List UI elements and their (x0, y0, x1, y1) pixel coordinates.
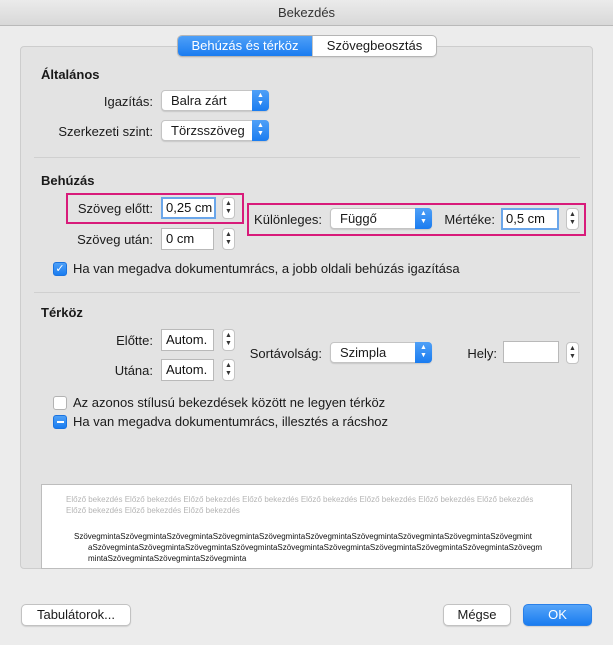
by-label: Mértéke: (444, 212, 495, 227)
snap-to-grid-checkbox[interactable] (53, 415, 67, 429)
tab-indents-spacing[interactable]: Behúzás és térköz (178, 36, 312, 56)
ok-button[interactable]: OK (523, 604, 592, 626)
alignment-value: Balra zárt (171, 93, 227, 108)
by-stepper[interactable]: ▲ ▼ (566, 208, 579, 230)
by-field[interactable]: 0,5 cm (501, 208, 559, 230)
paragraph-preview: Előző bekezdés Előző bekezdés Előző beke… (41, 484, 572, 569)
grid-right-indent-label: Ha van megadva dokumentumrács, a jobb ol… (73, 261, 460, 276)
tab-line-page-breaks[interactable]: Szövegbeosztás (312, 36, 436, 56)
outline-level-label: Szerkezeti szint: (58, 124, 153, 139)
general-heading: Általános (41, 67, 100, 82)
alignment-popup[interactable]: Balra zárt ▲ ▼ (161, 90, 269, 111)
preview-sample-line: mintaSzövegmintaSzövegmintaSzövegminta (88, 554, 247, 563)
special-popup[interactable]: Függő ▲ ▼ (330, 208, 432, 229)
line-spacing-value: Szimpla (340, 345, 387, 360)
updown-chevron-icon: ▲ ▼ (415, 208, 432, 229)
no-space-same-style-label: Az azonos stílusú bekezdések között ne l… (73, 395, 386, 410)
space-after-label: Utána: (114, 363, 153, 378)
divider (34, 157, 580, 158)
indent-after-label: Szöveg után: (77, 232, 153, 247)
indent-before-stepper[interactable]: ▲ ▼ (222, 197, 235, 219)
space-before-stepper[interactable]: ▲ ▼ (222, 329, 235, 351)
indentation-heading: Behúzás (41, 173, 95, 188)
updown-chevron-icon: ▲ ▼ (252, 120, 269, 141)
window-title: Bekezdés (0, 0, 613, 26)
at-field[interactable] (503, 341, 559, 363)
space-before-label: Előtte: (116, 333, 153, 348)
at-label: Hely: (467, 346, 497, 361)
grid-right-indent-checkbox[interactable]: ✓ (53, 262, 67, 276)
indent-after-field[interactable]: 0 cm (161, 228, 214, 250)
mixed-dash-icon (57, 421, 64, 423)
tabs-button[interactable]: Tabulátorok... (21, 604, 131, 626)
space-after-stepper[interactable]: ▲ ▼ (222, 359, 235, 381)
line-spacing-popup[interactable]: Szimpla ▲ ▼ (330, 342, 432, 363)
preview-previous-line: Előző bekezdés Előző bekezdés Előző beke… (66, 506, 240, 515)
cancel-button[interactable]: Mégse (443, 604, 511, 626)
tab-bar: Behúzás és térköz Szövegbeosztás (177, 35, 437, 57)
divider (34, 292, 580, 293)
no-space-same-style-checkbox[interactable] (53, 396, 67, 410)
snap-to-grid-label: Ha van megadva dokumentumrács, illesztés… (73, 414, 389, 429)
outline-level-value: Törzsszöveg (171, 123, 245, 138)
preview-previous-line: Előző bekezdés Előző bekezdés Előző beke… (66, 495, 534, 504)
space-after-field[interactable]: Autom. (161, 359, 214, 381)
alignment-label: Igazítás: (103, 94, 153, 109)
updown-chevron-icon: ▲ ▼ (415, 342, 432, 363)
space-before-field[interactable]: Autom. (161, 329, 214, 351)
updown-chevron-icon: ▲ ▼ (252, 90, 269, 111)
preview-sample-line: SzövegmintaSzövegmintaSzövegmintaSzövegm… (74, 532, 533, 541)
indent-before-field[interactable]: 0,25 cm (161, 197, 216, 219)
line-spacing-label: Sortávolság: (249, 346, 322, 361)
indent-before-label: Szöveg előtt: (77, 201, 153, 216)
preview-sample-line: aSzövegmintaSzövegmintaSzövegmintaSzöveg… (88, 543, 543, 552)
special-value: Függő (340, 211, 377, 226)
spacing-heading: Térköz (41, 305, 83, 320)
outline-level-popup[interactable]: Törzsszöveg ▲ ▼ (161, 120, 269, 141)
special-label: Különleges: (254, 212, 322, 227)
at-stepper[interactable]: ▲ ▼ (566, 342, 579, 364)
indent-after-stepper[interactable]: ▲ ▼ (222, 228, 235, 250)
